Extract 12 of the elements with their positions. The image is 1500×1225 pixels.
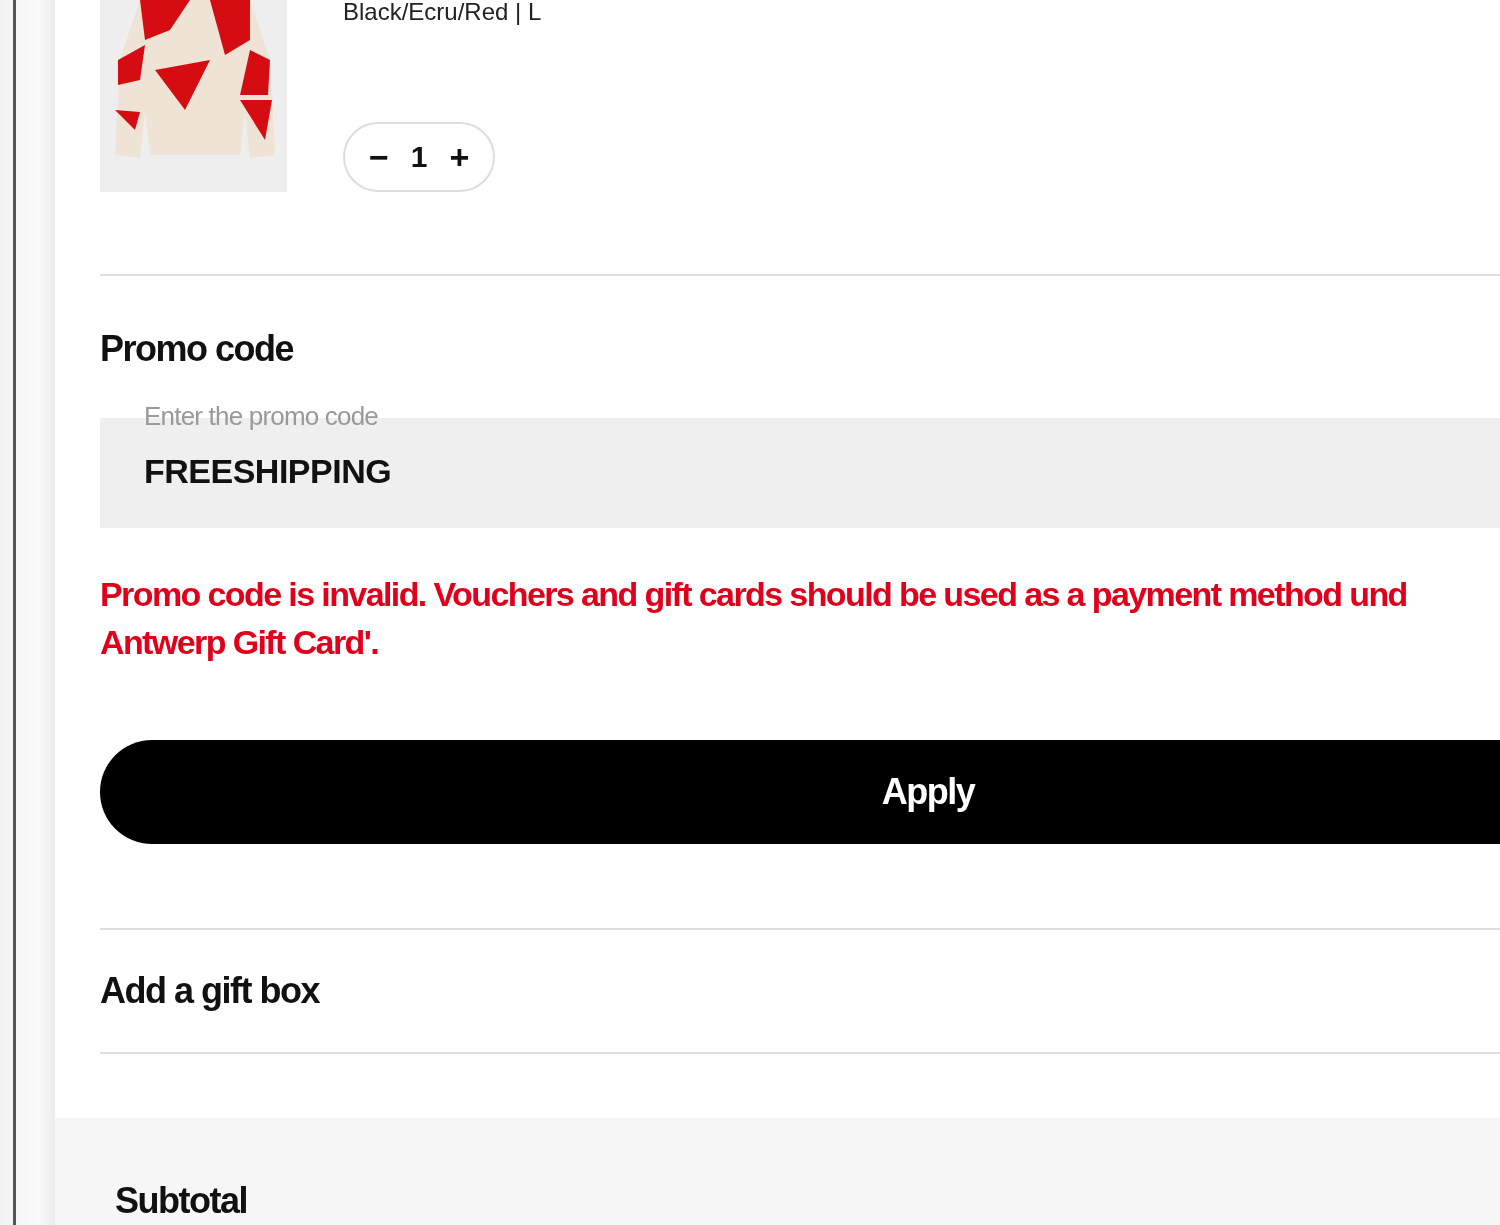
increase-button[interactable]: + [445, 137, 474, 177]
apply-button[interactable]: Apply [100, 740, 1500, 844]
quantity-value: 1 [410, 140, 428, 174]
decrease-button[interactable]: − [365, 137, 393, 177]
field-label: Enter the promo code [144, 400, 379, 432]
error-message: Antwerp Gift Card'. [100, 622, 380, 663]
subtotal-label: Subtotal [115, 1180, 248, 1222]
promo-code-heading: Promo code [100, 328, 295, 370]
variant-text: Black/Ecru/Red | L [343, 0, 542, 24]
gift-box-heading[interactable]: Add a gift box [100, 970, 1500, 1012]
promo-code-input[interactable]: FREESHIPPING [144, 452, 1044, 491]
error-message: Promo code is invalid. Vouchers and gift cards should be used as a payment method und [100, 574, 1408, 615]
